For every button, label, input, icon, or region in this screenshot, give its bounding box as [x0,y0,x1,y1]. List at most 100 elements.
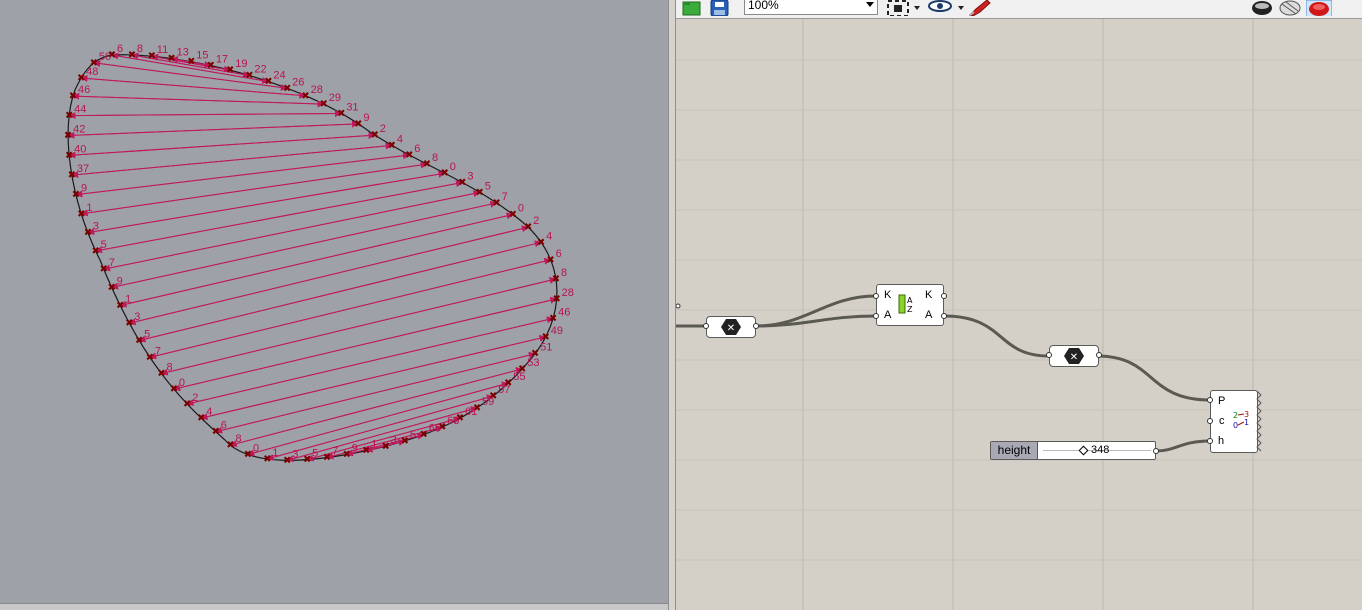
point-marker: ✖ [524,222,532,233]
vector-arrow [149,257,552,358]
point-marker: ✖ [303,455,311,466]
point-index-label: 55 [513,371,525,383]
point-index-label: 2 [380,123,386,135]
point-marker: ✖ [546,255,554,266]
point-index-label: 11 [157,44,168,56]
point-index-label: 6 [414,143,420,155]
point-marker: ✖ [381,441,389,452]
sort-output-a[interactable]: A [925,309,932,321]
sort-grip-out-a[interactable] [941,313,947,319]
rect-input-p[interactable]: P [1218,395,1225,407]
relay2-input-grip[interactable] [1046,352,1052,358]
rect-input-h[interactable]: h [1218,435,1224,447]
preview-wire-icon[interactable] [1278,0,1302,16]
point-marker: ✖ [68,170,76,181]
point-index-label: 24 [273,70,285,82]
zoom-level-dropdown[interactable]: 100% [744,0,878,15]
null-component-icon: ✕ [721,319,741,335]
vector-arrow [81,161,428,215]
rectangle-component-icon: 2 3 0 1 [1233,410,1249,430]
point-index-label: 0 [179,377,185,389]
point-index-label: 37 [77,163,89,175]
point-index-label: 28 [562,287,574,299]
point-marker: ✖ [226,440,234,451]
point-index-label: 4 [397,133,403,145]
point-marker: ✖ [263,454,271,465]
point-index-label: 3 [292,448,298,460]
rect-grip-h[interactable] [1207,438,1213,444]
point-marker: ✖ [283,455,291,466]
zoom-extents-icon[interactable] [886,0,920,16]
rect-grip-c[interactable] [1207,418,1213,424]
point-index-label: 42 [73,124,85,136]
point-index-label: 51 [540,342,552,354]
point-marker: ✖ [342,450,350,461]
svg-text:1: 1 [1244,418,1249,427]
point-index-label: 17 [216,54,228,66]
null-relay-component-2[interactable]: ✕ [1049,345,1099,367]
vector-arrow [69,132,376,156]
sort-input-a[interactable]: A [884,309,891,321]
sort-grip-out-k[interactable] [941,293,947,299]
rect-input-c[interactable]: c [1219,415,1225,427]
relay1-output-grip[interactable] [753,323,759,329]
point-index-label: 5 [312,448,318,460]
point-index-label: 53 [527,357,539,369]
point-index-label: 61 [465,406,477,418]
point-index-label: 4 [206,406,212,418]
sort-output-k[interactable]: K [925,289,932,301]
sort-list-component[interactable]: K A K A A Z [876,284,944,326]
point-marker: ✖ [337,108,345,119]
point-index-label: 59 [482,396,494,408]
rhino-viewport[interactable]: ✖ ✖ ✖ ✖ ✖ ✖ ✖ ✖ ✖ ✖ ✖ ✖ ✖ ✖ ✖ ✖ ✖ ✖ ✖ ✖ ✖ ✖ ✖ ✖ ✖ ✖ ✖ ✖ ✖ ✖ ✖ ✖ ✖ ✖ ✖ ✖ ✖ ✖ ✖ ✖… [0,0,668,610]
number-slider-height[interactable]: height 348 [990,441,1156,460]
point-marker: ✖ [207,61,215,72]
point-index-label: 13 [177,47,189,59]
slider-knob[interactable] [1078,445,1089,456]
viewport-tabs-strip[interactable] [0,603,668,610]
point-index-label: 48 [86,66,98,78]
relay2-output-grip[interactable] [1096,352,1102,358]
sketch-pen-icon[interactable] [968,0,992,16]
rect-grip-p[interactable] [1207,397,1213,403]
point-marker: ✖ [183,399,191,410]
point-index-label: 7 [155,345,161,357]
point-marker: ✖ [405,150,413,161]
open-file-icon[interactable] [682,0,702,16]
point-index-label: 0 [253,443,259,455]
preview-selected-icon[interactable] [1306,0,1332,16]
preview-shaded-icon[interactable] [1250,0,1274,16]
sort-input-k[interactable]: K [884,289,891,301]
vector-arrow [111,200,498,288]
point-index-label: 9 [352,443,358,455]
point-marker: ✖ [77,209,85,220]
sort-grip-in-k[interactable] [873,293,879,299]
point-index-label: 65 [429,423,441,435]
point-index-label: 5 [144,329,150,341]
point-index-label: 9 [81,183,87,195]
point-marker: ✖ [125,318,133,329]
point-marker: ✖ [476,187,484,198]
zoom-level-value: 100% [748,0,779,12]
preview-eye-icon[interactable] [928,0,964,16]
slider-label: height [991,442,1038,459]
save-file-icon[interactable] [710,0,730,16]
vector-arrow [161,277,557,375]
point-index-label: 1 [272,447,278,459]
vector-arrow [173,296,558,390]
point-index-label: 50 [99,51,111,63]
point-index-label: 44 [74,104,86,116]
point-marker: ✖ [65,150,73,161]
point-marker: ✖ [552,274,560,285]
point-index-label: 3 [467,171,473,183]
grasshopper-canvas[interactable]: ✕ K A K A A Z ✕ P c h 2 3 0 1 height 348 [676,0,1362,610]
rectangle-component[interactable]: P c h 2 3 0 1 [1210,390,1262,453]
point-marker: ✖ [197,413,205,424]
window-splitter[interactable] [668,0,676,610]
relay1-input-grip[interactable] [703,323,709,329]
point-marker: ✖ [135,336,143,347]
slider-output-grip[interactable] [1153,448,1159,454]
sort-grip-in-a[interactable] [873,313,879,319]
vector-arrow [72,95,325,108]
null-relay-component-1[interactable]: ✕ [706,316,756,338]
